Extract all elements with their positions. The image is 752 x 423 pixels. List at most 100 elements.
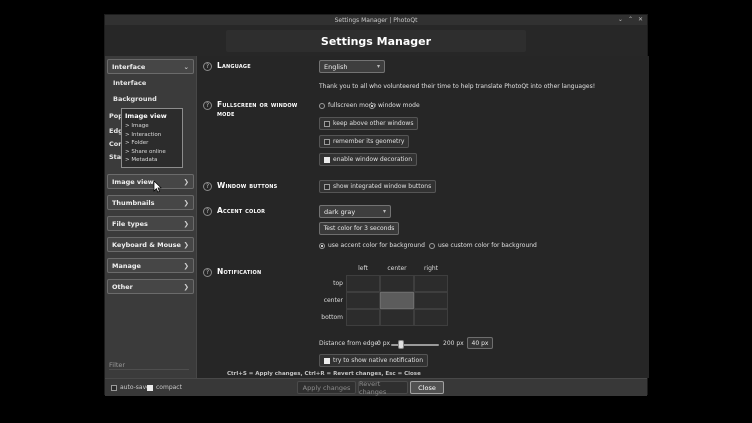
chevron-right-icon: ❯ xyxy=(184,283,189,291)
notification-cell-center-right[interactable] xyxy=(414,292,448,309)
sidebar-category-other[interactable]: Other ❯ xyxy=(107,279,194,294)
revert-changes-button[interactable]: Revert changes xyxy=(358,381,408,394)
window-title: Settings Manager | PhotoQt xyxy=(335,17,418,24)
checkbox-integrated-buttons[interactable]: show integrated window buttons xyxy=(319,180,436,193)
minimize-icon[interactable]: ⌄ xyxy=(618,15,623,25)
radio-custom-background[interactable]: use custom color for background xyxy=(429,242,537,249)
apply-changes-button[interactable]: Apply changes xyxy=(297,381,356,394)
settings-manager-window: Settings Manager | PhotoQt ⌄ ⌃ ✕ Setting… xyxy=(104,14,648,395)
language-dropdown[interactable]: English ▾ xyxy=(319,60,385,73)
tooltip-item[interactable]: > Share online xyxy=(125,148,179,157)
help-icon[interactable]: ? xyxy=(203,268,212,277)
radio-dot xyxy=(319,103,325,109)
close-button[interactable]: Close xyxy=(410,381,444,394)
header: Settings Manager xyxy=(105,25,647,56)
checkbox-label: try to show native notification xyxy=(333,357,423,364)
checkbox-keep-above[interactable]: keep above other windows xyxy=(319,117,418,130)
radio-fullscreen-mode[interactable]: fullscreen mode xyxy=(319,102,376,109)
sidebar-subitem-background[interactable]: Background xyxy=(113,95,157,103)
distance-min-label: 0 px xyxy=(377,340,390,347)
chevron-right-icon: ❯ xyxy=(184,178,189,186)
sidebar-subitem-interface[interactable]: Interface xyxy=(113,79,146,87)
section-title-language: Language xyxy=(217,61,251,70)
radio-label: use custom color for background xyxy=(438,242,537,249)
category-label: Thumbnails xyxy=(112,199,154,207)
checkbox-label: show integrated window buttons xyxy=(333,183,431,190)
language-value: English xyxy=(324,63,347,71)
checkbox-box xyxy=(111,385,117,391)
checkbox-box xyxy=(324,121,330,127)
radio-dot xyxy=(319,243,325,249)
help-icon[interactable]: ? xyxy=(203,101,212,110)
notification-cell-bottom-right[interactable] xyxy=(414,309,448,326)
maximize-icon[interactable]: ⌃ xyxy=(628,15,633,25)
checkbox-label: auto-save xyxy=(120,384,150,391)
shortcut-hint-text: Ctrl+S = Apply changes, Ctrl+R = Revert … xyxy=(227,371,421,377)
radio-accent-background[interactable]: use accent color for background xyxy=(319,242,425,249)
grid-row-label-center: center xyxy=(305,297,343,304)
notification-cell-center-center[interactable] xyxy=(380,292,414,309)
grid-row-label-bottom: bottom xyxy=(305,314,343,321)
radio-dot xyxy=(369,103,375,109)
chevron-right-icon: ❯ xyxy=(184,199,189,207)
chevron-down-icon: ▾ xyxy=(383,208,386,215)
filter-input[interactable] xyxy=(109,361,189,370)
checkbox-box xyxy=(324,184,330,190)
distance-slider-handle[interactable] xyxy=(398,340,404,349)
header-plate: Settings Manager xyxy=(226,30,526,52)
sidebar-category-interface[interactable]: Interface ⌄ xyxy=(107,59,194,74)
titlebar[interactable]: Settings Manager | PhotoQt ⌄ ⌃ ✕ xyxy=(105,15,647,25)
checkbox-auto-save[interactable]: auto-save xyxy=(111,384,150,391)
radio-window-mode[interactable]: window mode xyxy=(369,102,420,109)
help-icon[interactable]: ? xyxy=(203,62,212,71)
test-color-button[interactable]: Test color for 3 seconds xyxy=(319,222,399,235)
checkbox-compact[interactable]: compact xyxy=(147,384,182,391)
settings-content: ? Language English ▾ Thank you to all wh… xyxy=(197,56,649,378)
tooltip-item[interactable]: > Folder xyxy=(125,139,179,148)
tooltip-item[interactable]: > Metadata xyxy=(125,156,179,165)
sidebar-category-file-types[interactable]: File types ❯ xyxy=(107,216,194,231)
sidebar-category-image-view[interactable]: Image view ❯ xyxy=(107,174,194,189)
tooltip-item[interactable]: > Interaction xyxy=(125,131,179,140)
radio-label: window mode xyxy=(378,102,420,109)
radio-dot xyxy=(429,243,435,249)
checkbox-box xyxy=(324,157,330,163)
checkbox-remember-geometry[interactable]: remember its geometry xyxy=(319,135,409,148)
checkbox-window-decoration[interactable]: enable window decoration xyxy=(319,153,417,166)
notification-cell-top-right[interactable] xyxy=(414,275,448,292)
notification-cell-bottom-left[interactable] xyxy=(346,309,380,326)
checkbox-label: remember its geometry xyxy=(333,138,404,145)
checkbox-label: enable window decoration xyxy=(333,156,412,163)
section-title-accent-color: Accent color xyxy=(217,206,265,215)
chevron-right-icon: ❯ xyxy=(184,241,189,249)
chevron-down-icon: ▾ xyxy=(377,63,380,70)
button-label: Revert changes xyxy=(359,380,407,396)
help-icon[interactable]: ? xyxy=(203,207,212,216)
category-label: Manage xyxy=(112,262,141,270)
distance-value: 40 px xyxy=(472,340,489,347)
category-label: Interface xyxy=(112,63,145,71)
sidebar-category-manage[interactable]: Manage ❯ xyxy=(107,258,194,273)
sidebar-category-thumbnails[interactable]: Thumbnails ❯ xyxy=(107,195,194,210)
checkbox-box xyxy=(324,139,330,145)
accent-color-dropdown[interactable]: dark gray ▾ xyxy=(319,205,391,218)
grid-col-label-left: left xyxy=(346,265,380,272)
notification-cell-bottom-center[interactable] xyxy=(380,309,414,326)
mouse-cursor-icon xyxy=(153,178,162,197)
sidebar-subitem-partial[interactable]: Cor xyxy=(109,140,121,148)
sidebar-category-keyboard-mouse[interactable]: Keyboard & Mouse ❯ xyxy=(107,237,194,252)
close-icon[interactable]: ✕ xyxy=(638,15,643,25)
tooltip-item[interactable]: > Image xyxy=(125,122,179,131)
sidebar-subitem-partial[interactable]: Sta xyxy=(109,153,121,161)
distance-value-box[interactable]: 40 px xyxy=(467,337,493,349)
language-note: Thank you to all who volunteered their t… xyxy=(319,83,595,90)
checkbox-native-notification[interactable]: try to show native notification xyxy=(319,354,428,367)
checkbox-box xyxy=(324,358,330,364)
notification-cell-top-center[interactable] xyxy=(380,275,414,292)
notification-cell-top-left[interactable] xyxy=(346,275,380,292)
checkbox-label: keep above other windows xyxy=(333,120,413,127)
section-title-window-buttons: Window buttons xyxy=(217,181,278,190)
notification-cell-center-left[interactable] xyxy=(346,292,380,309)
chevron-right-icon: ❯ xyxy=(184,262,189,270)
help-icon[interactable]: ? xyxy=(203,182,212,191)
